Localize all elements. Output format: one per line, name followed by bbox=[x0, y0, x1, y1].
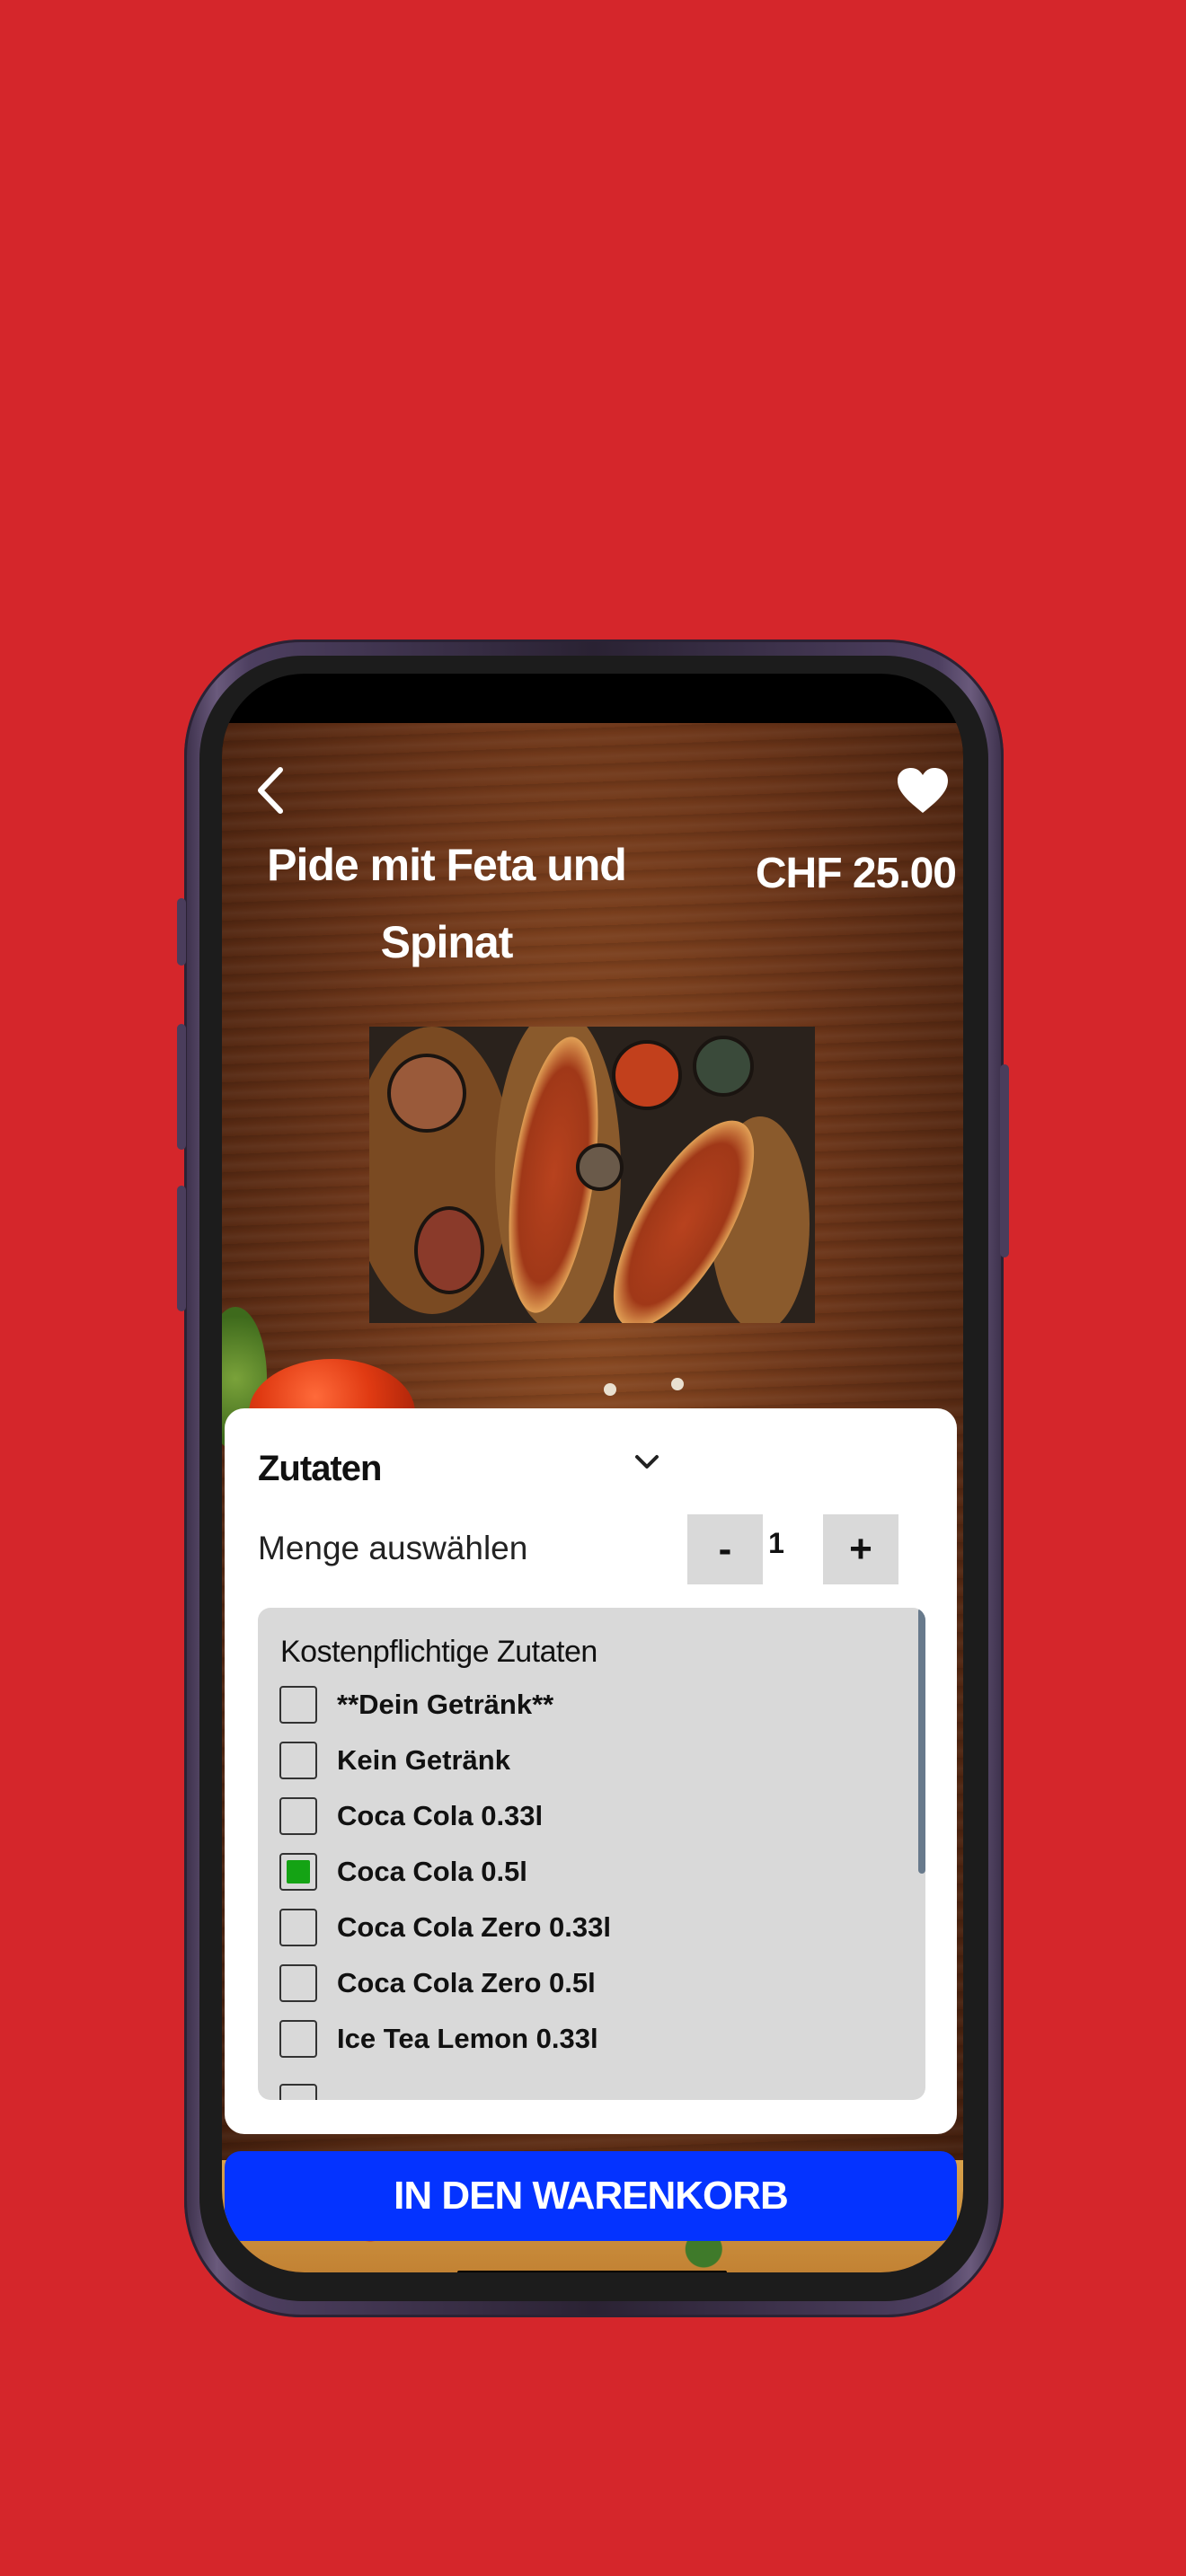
list-item[interactable]: Coca Cola 0.33l bbox=[279, 1795, 543, 1837]
option-label: Coca Cola Zero 0.5l bbox=[337, 1967, 596, 1998]
favorite-button[interactable] bbox=[887, 754, 959, 826]
chevron-down-icon bbox=[635, 1455, 659, 1469]
add-to-cart-button[interactable]: IN DEN WARENKORB bbox=[225, 2151, 957, 2241]
list-item[interactable]: Coca Cola Zero 0.33l bbox=[279, 1907, 611, 1948]
carousel-indicator bbox=[222, 1374, 963, 1401]
list-item[interactable]: **Dein Getränk** bbox=[279, 1684, 553, 1725]
option-checkbox[interactable] bbox=[279, 2084, 317, 2100]
app-screen: Pide mit Feta und Spinat CHF 25.00 Zutat… bbox=[222, 674, 963, 2272]
option-checkbox[interactable] bbox=[279, 2020, 317, 2058]
quantity-value: 1 bbox=[768, 1527, 784, 1559]
phone-side-button bbox=[1000, 1064, 1009, 1257]
increase-quantity-button[interactable]: + bbox=[823, 1514, 898, 1584]
option-label: **Dein Getränk** bbox=[337, 1689, 554, 1720]
section-title: Zutaten bbox=[258, 1449, 382, 1488]
list-item[interactable] bbox=[279, 2082, 337, 2100]
option-label: Coca Cola Zero 0.33l bbox=[337, 1911, 611, 1943]
option-checkbox[interactable] bbox=[279, 1797, 317, 1835]
option-label: Coca Cola 0.5l bbox=[337, 1856, 527, 1887]
ingredients-list[interactable]: Kostenpflichtige Zutaten **Dein Getränk*… bbox=[258, 1608, 925, 2100]
chevron-left-icon bbox=[258, 767, 283, 814]
option-label: Coca Cola 0.33l bbox=[337, 1800, 544, 1831]
home-indicator bbox=[457, 2271, 727, 2272]
option-checkbox[interactable] bbox=[279, 1686, 317, 1724]
option-checkbox[interactable] bbox=[279, 1853, 317, 1891]
collapse-button[interactable] bbox=[633, 1453, 660, 1471]
option-label: Kein Getränk bbox=[337, 1744, 510, 1776]
option-checkbox[interactable] bbox=[279, 1742, 317, 1779]
list-title: Kostenpflichtige Zutaten bbox=[280, 1635, 597, 1669]
list-item[interactable]: Kein Getränk bbox=[279, 1740, 510, 1781]
quantity-label: Menge auswählen bbox=[258, 1530, 528, 1566]
list-item[interactable]: Coca Cola Zero 0.5l bbox=[279, 1963, 596, 2004]
phone-side-button bbox=[177, 898, 186, 966]
phone-side-button bbox=[177, 1024, 186, 1150]
heart-icon bbox=[898, 768, 948, 813]
options-sheet: Zutaten Menge auswählen - 1 + Kostenpfli… bbox=[225, 1408, 957, 2134]
option-checkbox[interactable] bbox=[279, 1909, 317, 1946]
list-item[interactable]: Coca Cola 0.5l bbox=[279, 1851, 527, 1892]
phone-side-button bbox=[177, 1186, 186, 1311]
product-image bbox=[369, 1027, 815, 1323]
option-checkbox[interactable] bbox=[279, 1964, 317, 2002]
product-title: Pide mit Feta und Spinat bbox=[267, 840, 627, 967]
scrollbar[interactable] bbox=[918, 1608, 925, 1874]
list-item[interactable]: Ice Tea Lemon 0.33l bbox=[279, 2018, 598, 2060]
option-label: Ice Tea Lemon 0.33l bbox=[337, 2023, 598, 2054]
product-price: CHF 25.00 bbox=[755, 850, 957, 897]
back-button[interactable] bbox=[240, 754, 303, 826]
